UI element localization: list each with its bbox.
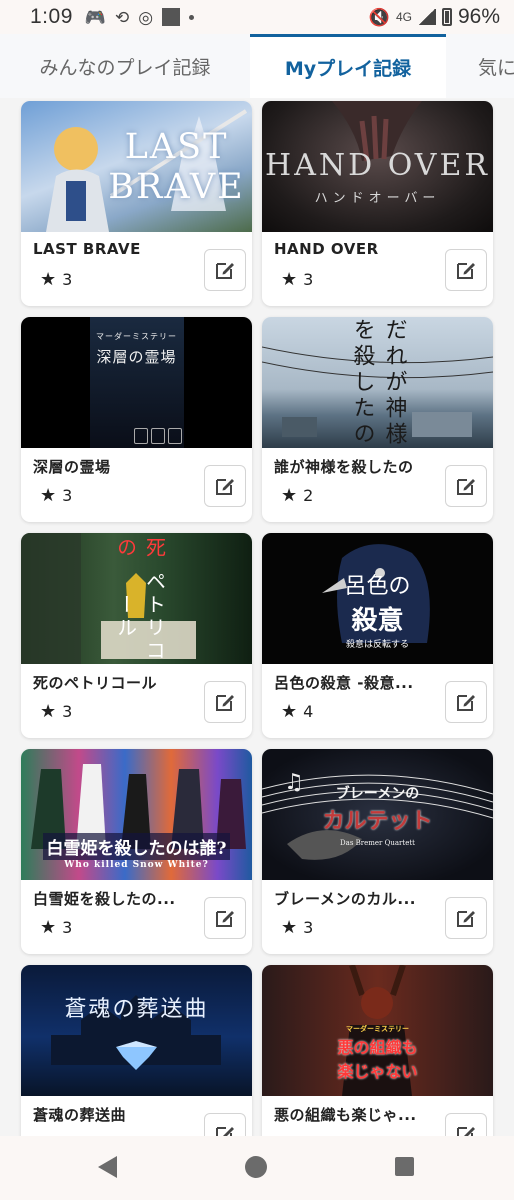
edit-button[interactable]: [204, 465, 246, 507]
star-icon: ★: [281, 917, 298, 938]
record-title: 蒼魂の葬送曲: [33, 1106, 127, 1124]
edit-button[interactable]: [204, 1113, 246, 1136]
edit-pencil-icon: [216, 695, 234, 711]
edit-button[interactable]: [445, 681, 487, 723]
notification-icons: 🎮 ⟲ ◎: [84, 7, 195, 27]
edit-pencil-icon: [216, 1127, 234, 1136]
signal-icon: [417, 9, 436, 25]
tab-my-records[interactable]: Myプレイ記録: [250, 34, 446, 98]
record-card[interactable]: 呂色の 殺意 殺意は反転する 呂色の殺意 -殺意... ★ 4: [262, 533, 493, 738]
record-card[interactable]: ♫ ブレーメンの カルテット Das Bremer Quartett ブレーメン…: [262, 749, 493, 954]
edit-pencil-icon: [457, 911, 475, 927]
star-icon: ★: [40, 917, 57, 938]
record-title: 白雪姫を殺したの...: [33, 890, 176, 908]
record-title: LAST BRAVE: [33, 240, 141, 258]
battery-icon: [441, 8, 452, 26]
record-title: 深層の霊場: [33, 458, 111, 476]
network-type: 4G: [395, 10, 412, 24]
cover-image: HAND OVER ハンドオーバー: [262, 101, 493, 232]
cover-image: LAST BRAVE: [21, 101, 252, 232]
status-time: 1:09: [30, 5, 73, 28]
edit-pencil-icon: [216, 263, 234, 279]
back-triangle-icon[interactable]: [98, 1156, 117, 1178]
tab-favorites[interactable]: 気に: [446, 34, 514, 98]
star-icon: ★: [281, 269, 298, 290]
cover-image: だれが神様を殺したの: [262, 317, 493, 448]
edit-pencil-icon: [216, 479, 234, 495]
record-title: 呂色の殺意 -殺意...: [274, 674, 414, 692]
record-rating: ★ 3: [40, 917, 72, 938]
rating-value: 3: [303, 270, 314, 289]
record-rating: ★ 3: [40, 269, 72, 290]
record-card[interactable]: 死の ペトリコール 死のペトリコール ★ 3: [21, 533, 252, 738]
edit-button[interactable]: [445, 465, 487, 507]
more-dot-icon: [189, 14, 195, 20]
rating-value: 3: [303, 918, 314, 937]
edit-pencil-icon: [457, 1127, 475, 1136]
record-card[interactable]: HAND OVER ハンドオーバー HAND OVER ★ 3: [262, 101, 493, 306]
record-title: 誰が神様を殺したの: [274, 458, 414, 476]
tab-everyone-records[interactable]: みんなのプレイ記録: [0, 34, 250, 98]
record-rating: ★ 3: [40, 701, 72, 722]
record-card[interactable]: 蒼魂の葬送曲 蒼魂の葬送曲: [21, 965, 252, 1136]
cover-image: 白雪姫を殺したのは誰? Who killed Snow White?: [21, 749, 252, 880]
record-title: 死のペトリコール: [33, 674, 158, 692]
rating-value: 3: [62, 270, 73, 289]
record-card[interactable]: だれが神様を殺したの 誰が神様を殺したの ★ 2: [262, 317, 493, 522]
record-rating: ★ 3: [40, 485, 72, 506]
edit-button[interactable]: [445, 1113, 487, 1136]
edit-pencil-icon: [457, 695, 475, 711]
record-card[interactable]: マーダーミステリー 悪の組織も 楽じゃない 悪の組織も楽じゃ...: [262, 965, 493, 1136]
records-grid: LAST BRAVE LAST BRAVE ★ 3 HAND OVER ハンドオ…: [0, 98, 514, 1136]
rating-value: 3: [62, 702, 73, 721]
star-icon: ★: [40, 485, 57, 506]
record-title: HAND OVER: [274, 240, 379, 258]
cover-image: マーダーミステリー 悪の組織も 楽じゃない: [262, 965, 493, 1096]
edit-button[interactable]: [204, 681, 246, 723]
record-rating: ★ 2: [281, 485, 313, 506]
edit-button[interactable]: [445, 249, 487, 291]
home-circle-icon[interactable]: [245, 1156, 267, 1178]
rating-value: 3: [62, 918, 73, 937]
rating-value: 3: [62, 486, 73, 505]
star-icon: ★: [40, 701, 57, 722]
app-square-icon: [162, 8, 181, 26]
record-card[interactable]: 白雪姫を殺したのは誰? Who killed Snow White? 白雪姫を殺…: [21, 749, 252, 954]
record-card[interactable]: マーダーミステリー 深層の霊場 深層の霊場 ★ 3: [21, 317, 252, 522]
cover-image: 死の ペトリコール: [21, 533, 252, 664]
battery-percent: 96%: [457, 5, 500, 28]
mute-vibrate-icon: 🔇: [368, 7, 390, 27]
rating-value: 4: [303, 702, 314, 721]
cover-image: マーダーミステリー 深層の霊場: [21, 317, 252, 448]
star-icon: ★: [281, 701, 298, 722]
system-nav-bar: [0, 1136, 514, 1200]
recents-square-icon[interactable]: [395, 1157, 414, 1176]
instagram-icon: ◎: [138, 7, 154, 27]
cover-image: 蒼魂の葬送曲: [21, 965, 252, 1096]
star-icon: ★: [281, 485, 298, 506]
edit-button[interactable]: [445, 897, 487, 939]
cover-image: 呂色の 殺意 殺意は反転する: [262, 533, 493, 664]
gamepad-icon: 🎮: [84, 7, 107, 27]
edit-pencil-icon: [216, 911, 234, 927]
record-card[interactable]: LAST BRAVE LAST BRAVE ★ 3: [21, 101, 252, 306]
repeat-icon: ⟲: [115, 7, 130, 27]
system-icons: 🔇 4G 96%: [369, 5, 500, 29]
tab-bar: みんなのプレイ記録 Myプレイ記録 気に: [0, 34, 514, 98]
rating-value: 2: [303, 486, 314, 505]
edit-pencil-icon: [457, 479, 475, 495]
edit-button[interactable]: [204, 249, 246, 291]
edit-pencil-icon: [457, 263, 475, 279]
star-icon: ★: [40, 269, 57, 290]
record-title: 悪の組織も楽じゃ...: [274, 1106, 417, 1124]
cover-image: ♫ ブレーメンの カルテット Das Bremer Quartett: [262, 749, 493, 880]
svg-text:♫: ♫: [284, 770, 304, 795]
status-bar: 1:09 🎮 ⟲ ◎ 🔇 4G 96%: [0, 0, 514, 34]
record-rating: ★ 3: [281, 269, 313, 290]
record-rating: ★ 3: [281, 917, 313, 938]
edit-button[interactable]: [204, 897, 246, 939]
record-title: ブレーメンのカル...: [274, 890, 416, 908]
record-rating: ★ 4: [281, 701, 313, 722]
